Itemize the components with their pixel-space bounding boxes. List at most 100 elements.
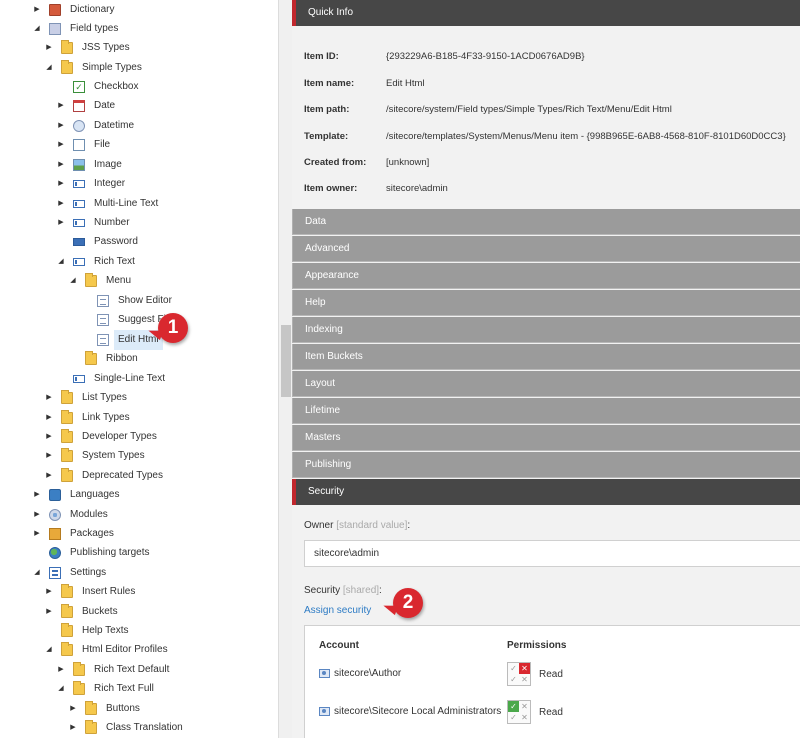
- tree-node[interactable]: ▶ Rich Text Default: [57, 660, 173, 679]
- tree-node[interactable]: ▶ Datetime: [57, 116, 138, 135]
- tree-node-label: Insert Rules: [82, 586, 136, 598]
- expand-arrow-right-icon[interactable]: ▶: [45, 446, 53, 465]
- section-header-data[interactable]: Data: [292, 209, 800, 235]
- tree-node[interactable]: ◢ Rich Text Full: [57, 679, 158, 698]
- tree-node[interactable]: ▶ System Types: [45, 446, 149, 465]
- tree-node[interactable]: ▶ Link Types: [45, 408, 134, 427]
- expand-arrow-down-icon[interactable]: ◢: [45, 58, 53, 77]
- tree-node[interactable]: ◢ Simple Types: [45, 58, 146, 77]
- permission-cell[interactable]: ✓ ✕ ✓ ✕ Read: [507, 700, 563, 724]
- expand-arrow-down-icon[interactable]: ◢: [33, 19, 41, 38]
- expand-arrow-right-icon[interactable]: ▶: [57, 660, 65, 679]
- quick-info-key: Item owner:: [304, 183, 358, 194]
- security-account[interactable]: sitecore\Sitecore Local Administrators: [319, 706, 501, 717]
- permission-allow-icon[interactable]: ✓ ✕ ✓ ✕: [507, 700, 531, 724]
- image-icon: [73, 158, 85, 171]
- expand-arrow-right-icon[interactable]: ▶: [45, 38, 53, 57]
- section-header-lifetime[interactable]: Lifetime: [292, 398, 800, 424]
- tree-node[interactable]: ✓ Checkbox: [57, 77, 142, 96]
- section-title: Advanced: [305, 243, 350, 254]
- expand-arrow-down-icon[interactable]: ◢: [57, 679, 65, 698]
- tree-node[interactable]: Password: [57, 232, 142, 251]
- tree-node[interactable]: Show Editor: [81, 291, 176, 310]
- tree-node[interactable]: ▶ Integer: [57, 174, 129, 193]
- expand-arrow-down-icon[interactable]: ◢: [69, 271, 77, 290]
- tree-node-label: Password: [94, 236, 138, 248]
- tree-node[interactable]: ◢ Settings: [33, 563, 110, 582]
- quick-info-key: Created from:: [304, 157, 367, 168]
- expand-arrow-right-icon[interactable]: ▶: [57, 135, 65, 154]
- tree-node-label: Number: [94, 217, 130, 229]
- tree-node[interactable]: ◢ Html Editor Profiles: [45, 640, 172, 659]
- expand-arrow-right-icon[interactable]: ▶: [57, 96, 65, 115]
- expand-arrow-right-icon[interactable]: ▶: [33, 485, 41, 504]
- expand-arrow-right-icon[interactable]: ▶: [33, 0, 41, 19]
- expand-arrow-right-icon[interactable]: ▶: [45, 582, 53, 601]
- tree-node-label: Class Translation: [106, 722, 183, 734]
- expand-arrow-right-icon[interactable]: ▶: [57, 174, 65, 193]
- tree-node[interactable]: ◢ Field types: [33, 19, 122, 38]
- expand-arrow-right-icon[interactable]: ▶: [57, 116, 65, 135]
- folder-icon: [61, 641, 73, 656]
- section-header-publishing[interactable]: Publishing: [292, 452, 800, 478]
- expand-arrow-right-icon[interactable]: ▶: [45, 388, 53, 407]
- tree-node-label: Buttons: [106, 703, 140, 715]
- tree-node[interactable]: ◢ Rich Text: [57, 252, 139, 271]
- scrollbar-thumb[interactable]: [281, 325, 291, 397]
- section-header-help[interactable]: Help: [292, 290, 800, 316]
- expand-arrow-right-icon[interactable]: ▶: [69, 699, 77, 718]
- expand-arrow-right-icon[interactable]: ▶: [45, 427, 53, 446]
- permission-cell[interactable]: ✓ ✕ ✓ ✕ Read: [507, 662, 563, 686]
- expand-arrow-down-icon[interactable]: ◢: [33, 563, 41, 582]
- expand-arrow-right-icon[interactable]: ▶: [45, 602, 53, 621]
- permission-deny-icon[interactable]: ✓ ✕ ✓ ✕: [507, 662, 531, 686]
- expand-arrow-right-icon[interactable]: ▶: [57, 213, 65, 232]
- expand-arrow-right-icon[interactable]: ▶: [45, 408, 53, 427]
- section-header-indexing[interactable]: Indexing: [292, 317, 800, 343]
- section-header-advanced[interactable]: Advanced: [292, 236, 800, 262]
- tree-node[interactable]: ▶ Number: [57, 213, 134, 232]
- section-header-layout[interactable]: Layout: [292, 371, 800, 397]
- tree-scrollbar[interactable]: [278, 0, 292, 738]
- tree-node-label: Ribbon: [106, 353, 138, 365]
- expand-arrow-right-icon[interactable]: ▶: [33, 524, 41, 543]
- quick-info-key: Item path:: [304, 104, 350, 115]
- tree-node[interactable]: Help Texts: [45, 621, 133, 640]
- field-icon: [73, 199, 85, 208]
- expand-arrow-right-icon[interactable]: ▶: [45, 466, 53, 485]
- section-header-item-buckets[interactable]: Item Buckets: [292, 344, 800, 370]
- tree-node[interactable]: ▶ List Types: [45, 388, 131, 407]
- tree-node[interactable]: ▶ Buttons: [69, 699, 144, 718]
- tree-node[interactable]: ▶ Developer Types: [45, 427, 161, 446]
- tree-node[interactable]: ▶ Packages: [33, 524, 118, 543]
- expand-arrow-right-icon[interactable]: ▶: [57, 155, 65, 174]
- tree-node[interactable]: ▶ Languages: [33, 485, 124, 504]
- tree-node[interactable]: ▶ File: [57, 135, 114, 154]
- tree-node[interactable]: ▶ Class Translation: [69, 718, 187, 737]
- expand-arrow-right-icon[interactable]: ▶: [57, 194, 65, 213]
- expand-arrow-down-icon[interactable]: ◢: [57, 252, 65, 271]
- tree-node[interactable]: ▶ JSS Types: [45, 38, 134, 57]
- tree-node[interactable]: Ribbon: [69, 349, 142, 368]
- tree-node[interactable]: ▶ Deprecated Types: [45, 466, 167, 485]
- tree-node[interactable]: ▶ Multi-Line Text: [57, 194, 162, 213]
- expand-arrow-right-icon[interactable]: ▶: [33, 505, 41, 524]
- expand-arrow-down-icon[interactable]: ◢: [45, 640, 53, 659]
- tree-node[interactable]: ▶ Insert Rules: [45, 582, 139, 601]
- security-header[interactable]: Security: [292, 479, 800, 505]
- tree-node[interactable]: Single-Line Text: [57, 369, 169, 388]
- expand-arrow-right-icon[interactable]: ▶: [69, 718, 77, 737]
- assign-security-link[interactable]: Assign security: [304, 605, 371, 616]
- tree-node[interactable]: ▶ Image: [57, 155, 126, 174]
- quick-info-header[interactable]: Quick Info: [292, 0, 800, 26]
- tree-node[interactable]: ▶ Buckets: [45, 602, 122, 621]
- section-header-masters[interactable]: Masters: [292, 425, 800, 451]
- tree-node[interactable]: ▶ Modules: [33, 505, 112, 524]
- owner-field[interactable]: sitecore\admin: [304, 540, 800, 567]
- security-account[interactable]: sitecore\Author: [319, 668, 401, 679]
- section-header-appearance[interactable]: Appearance: [292, 263, 800, 289]
- tree-node[interactable]: Publishing targets: [33, 543, 154, 562]
- tree-node[interactable]: ◢ Menu: [69, 271, 135, 290]
- tree-node[interactable]: ▶ Date: [57, 96, 119, 115]
- tree-node[interactable]: ▶ Dictionary: [33, 0, 118, 19]
